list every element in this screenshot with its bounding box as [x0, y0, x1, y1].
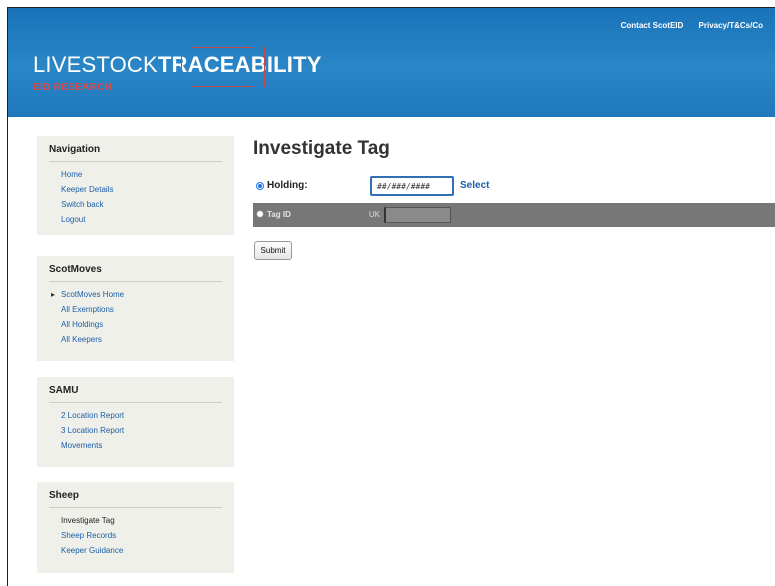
sheep-item-sheep-records[interactable]: Sheep Records [61, 528, 222, 543]
scotmoves-heading: ScotMoves [49, 264, 222, 282]
holding-radio[interactable] [256, 182, 264, 190]
scotmoves-item-exemptions[interactable]: All Exemptions [61, 302, 222, 317]
samu-item-2-location-report[interactable]: 2 Location Report [61, 408, 222, 423]
tag-country-prefix: UK [369, 210, 381, 219]
holding-input[interactable]: ##/###/#### [370, 176, 454, 196]
navigation-panel: Navigation Home Keeper Details Switch ba… [37, 136, 234, 235]
page-frame: Contact ScotEID Privacy/T&Cs/Co LIVESTOC… [7, 7, 775, 586]
site-header: Contact ScotEID Privacy/T&Cs/Co LIVESTOC… [8, 8, 775, 117]
samu-list: 2 Location Report 3 Location Report Move… [49, 408, 222, 453]
logo-subtitle: EID RESEARCH [33, 82, 113, 93]
nav-item-logout[interactable]: Logout [61, 212, 222, 227]
scotmoves-item-keepers[interactable]: All Keepers [61, 332, 222, 347]
nav-item-keeper-details[interactable]: Keeper Details [61, 182, 222, 197]
page-title: Investigate Tag [253, 138, 390, 159]
sheep-item-investigate-tag[interactable]: Investigate Tag [61, 513, 222, 528]
site-logo[interactable]: LIVESTOCKTRACEABILITY EID RESEARCH [33, 47, 322, 93]
tag-id-radio[interactable] [256, 210, 264, 218]
sheep-panel: Sheep Investigate Tag Sheep Records Keep… [37, 482, 234, 573]
scotmoves-item-home[interactable]: ScotMoves Home [51, 287, 222, 302]
nav-item-home[interactable]: Home [61, 167, 222, 182]
logo-bracket-decoration [181, 47, 265, 87]
sheep-list: Investigate Tag Sheep Records Keeper Gui… [49, 513, 222, 558]
holding-row: Holding: ##/###/#### Select [253, 176, 775, 198]
nav-item-switch-back[interactable]: Switch back [61, 197, 222, 212]
samu-item-3-location-report[interactable]: 3 Location Report [61, 423, 222, 438]
scotmoves-list: ScotMoves Home All Exemptions All Holdin… [49, 287, 222, 347]
logo-wordmark: LIVESTOCKTRACEABILITY [33, 47, 322, 87]
scotmoves-panel: ScotMoves ScotMoves Home All Exemptions … [37, 256, 234, 361]
tag-id-label: Tag ID [267, 210, 291, 219]
privacy-link[interactable]: Privacy/T&Cs/Co [699, 21, 763, 30]
navigation-heading: Navigation [49, 144, 222, 162]
tag-id-input[interactable] [384, 207, 451, 223]
top-links: Contact ScotEID Privacy/T&Cs/Co [621, 21, 775, 30]
samu-heading: SAMU [49, 385, 222, 403]
sheep-heading: Sheep [49, 490, 222, 508]
tag-id-row: Tag ID UK [253, 203, 775, 227]
holding-label: Holding: [267, 180, 308, 191]
contact-link[interactable]: Contact ScotEID [621, 21, 684, 30]
submit-button[interactable]: Submit [254, 241, 292, 260]
scotmoves-item-holdings[interactable]: All Holdings [61, 317, 222, 332]
samu-panel: SAMU 2 Location Report 3 Location Report… [37, 377, 234, 467]
select-holding-link[interactable]: Select [460, 180, 489, 191]
sheep-item-keeper-guidance[interactable]: Keeper Guidance [61, 543, 222, 558]
samu-item-movements[interactable]: Movements [61, 438, 222, 453]
logo-text-light: LIVESTOCK [33, 52, 158, 77]
navigation-list: Home Keeper Details Switch back Logout [49, 167, 222, 227]
